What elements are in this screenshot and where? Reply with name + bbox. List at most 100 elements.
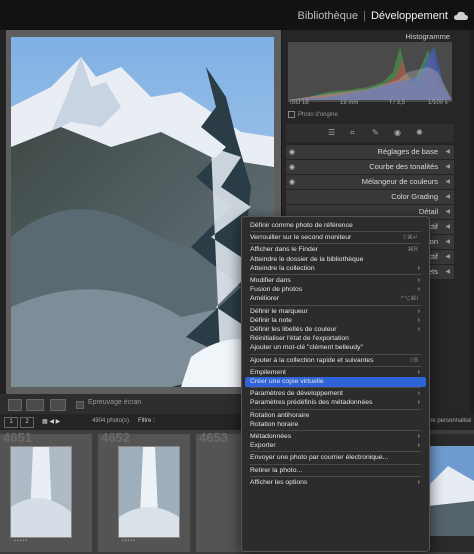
menu-item-label: Envoyer une photo par courrier électroni…: [250, 454, 389, 462]
submenu-arrow-icon: ›: [417, 399, 420, 407]
menu-item-label: Ajouter un mot-clé "clément belleudy": [250, 344, 363, 352]
eye-icon[interactable]: ◉: [289, 178, 295, 186]
menu-item-label: Paramètres prédéfinis des métadonnées: [250, 399, 373, 407]
panel-label: Color Grading: [391, 192, 438, 201]
tool-strip: ☰ ⌗ ✎ ◉ ✺: [286, 124, 454, 142]
iso-value: ISO 18: [290, 100, 309, 106]
module-develop[interactable]: Développement: [371, 10, 448, 22]
submenu-arrow-icon: ›: [417, 264, 420, 272]
thumbnail-image: [11, 447, 71, 537]
menu-item[interactable]: Atteindre la collection ›: [245, 264, 426, 274]
menu-item[interactable]: Verrouiller sur le second moniteur ⇧⌘↵: [245, 233, 426, 243]
filter-label: Filtre :: [138, 418, 155, 424]
menu-item[interactable]: Envoyer une photo par courrier électroni…: [245, 453, 426, 463]
right-panel-edge[interactable]: [470, 30, 474, 414]
submenu-arrow-icon: ›: [417, 442, 420, 450]
menu-separator: [250, 274, 421, 275]
thumbnail-image: [119, 447, 179, 537]
menu-item-label: Verrouiller sur le second moniteur: [250, 234, 352, 242]
menu-separator: [250, 463, 421, 465]
context-menu: Définir comme photo de référence Verrouil…: [241, 216, 430, 552]
survey-icon[interactable]: [50, 399, 66, 411]
panel-color-mixer[interactable]: ◉ Mélangeur de couleurs ◀: [286, 174, 454, 189]
histogram[interactable]: [288, 42, 452, 102]
photo-origin-checkbox[interactable]: [288, 111, 295, 118]
menu-shortcut: ^⌥⌘I: [400, 296, 418, 303]
thumbnail-image: [428, 446, 474, 536]
eye-icon[interactable]: ◉: [289, 163, 295, 171]
collapse-arrow-icon: ◀: [445, 254, 450, 260]
cell-index: 4653: [199, 430, 228, 445]
panel-label: Détail: [418, 207, 438, 216]
panel-label: Courbe des tonalités: [369, 162, 438, 171]
menu-item[interactable]: Créer une copie virtuelle: [245, 377, 426, 387]
menu-item[interactable]: Exporter ›: [245, 441, 426, 451]
menu-item[interactable]: Ajouter à la collection rapide et suivan…: [245, 356, 426, 366]
histogram-graph: [288, 46, 452, 100]
module-separator: |: [363, 10, 366, 22]
menu-separator: [250, 451, 421, 453]
crop-icon[interactable]: ⌗: [350, 128, 355, 138]
menu-separator: [250, 243, 421, 245]
menu-separator: [250, 408, 421, 410]
panel-label: Réglages de base: [377, 147, 438, 156]
sliders-icon[interactable]: ☰: [328, 128, 335, 137]
module-picker-bar: Bibliothèque | Développement: [0, 0, 474, 30]
panel-tone-curve[interactable]: ◉ Courbe des tonalités ◀: [286, 159, 454, 174]
collapse-arrow-icon: ◀: [445, 164, 450, 170]
cloud-icon[interactable]: [454, 11, 468, 21]
histogram-title[interactable]: Histogramme: [405, 32, 450, 41]
monitor-2-button[interactable]: 2: [20, 417, 34, 428]
menu-item-label: Créer une copie virtuelle: [250, 378, 324, 385]
panel-color-grading[interactable]: Color Grading ◀: [286, 189, 454, 204]
submenu-arrow-icon: ›: [417, 478, 420, 486]
photo-count: 4904 photo(s): [92, 418, 130, 424]
shutter-value: 1/100 s: [428, 100, 448, 106]
custom-filter[interactable]: iltre personnalisé: [426, 418, 471, 424]
menu-item[interactable]: Rotation horaire: [245, 420, 426, 430]
healing-icon[interactable]: ✎: [372, 128, 379, 137]
masking-icon[interactable]: ✺: [416, 128, 423, 137]
filmstrip-cell[interactable]: 4652 •••••: [98, 430, 190, 552]
focal-value: 19 mm: [340, 100, 359, 106]
main-photo[interactable]: [11, 37, 274, 387]
rating-stars[interactable]: •••••: [122, 538, 136, 544]
menu-item[interactable]: Améliorer ^⌥⌘I: [245, 294, 426, 304]
photo-origin-toggle[interactable]: Photo d'origine: [288, 111, 338, 118]
menu-item[interactable]: Paramètres prédéfinis des métadonnées ›: [245, 398, 426, 408]
panel-label: Mélangeur de couleurs: [361, 177, 438, 186]
redeye-icon[interactable]: ◉: [394, 128, 401, 137]
module-picker: Bibliothèque | Développement: [298, 10, 448, 22]
collapse-arrow-icon: ◀: [445, 209, 450, 215]
menu-shortcut: ⇧⌘↵: [401, 235, 418, 242]
thumbnail-mountain[interactable]: [428, 446, 474, 536]
menu-item[interactable]: Ajouter un mot-clé "clément belleudy": [245, 343, 426, 353]
menu-separator: [250, 475, 421, 477]
menu-item[interactable]: Définir comme photo de référence: [245, 221, 426, 231]
filmstrip-cell[interactable]: 4651 •••••: [0, 430, 92, 552]
view-single-icon[interactable]: [8, 399, 22, 411]
panel-basic[interactable]: ◉ Réglages de base ◀: [286, 144, 454, 159]
monitor-1-button[interactable]: 1: [4, 417, 18, 428]
menu-item-label: Ajouter à la collection rapide et suivan…: [250, 356, 374, 364]
menu-shortcut: ⇧B: [408, 357, 418, 364]
photo-origin-label: Photo d'origine: [298, 112, 338, 119]
menu-separator: [250, 304, 421, 306]
cell-index: 4652: [101, 430, 130, 445]
menu-separator: [250, 430, 421, 431]
collapse-arrow-icon: ◀: [445, 239, 450, 245]
menu-item[interactable]: Retirer la photo...: [245, 466, 426, 476]
eye-icon[interactable]: ◉: [289, 148, 295, 156]
menu-separator: [250, 231, 421, 233]
soft-proof-label: Epreuvage écran: [88, 399, 142, 406]
thumbnail-waterfall[interactable]: [10, 446, 72, 538]
menu-item[interactable]: Afficher les options ›: [245, 478, 426, 488]
compare-icon[interactable]: [26, 399, 44, 411]
menu-item-label: Exporter: [250, 442, 276, 450]
thumbnail-waterfall[interactable]: [118, 446, 180, 538]
soft-proof-checkbox[interactable]: [76, 401, 84, 409]
collapse-arrow-icon: ◀: [445, 194, 450, 200]
rating-stars[interactable]: •••••: [14, 538, 28, 544]
module-library[interactable]: Bibliothèque: [298, 10, 359, 22]
grid-icon[interactable]: ▦ ◀ ▶: [42, 418, 60, 425]
